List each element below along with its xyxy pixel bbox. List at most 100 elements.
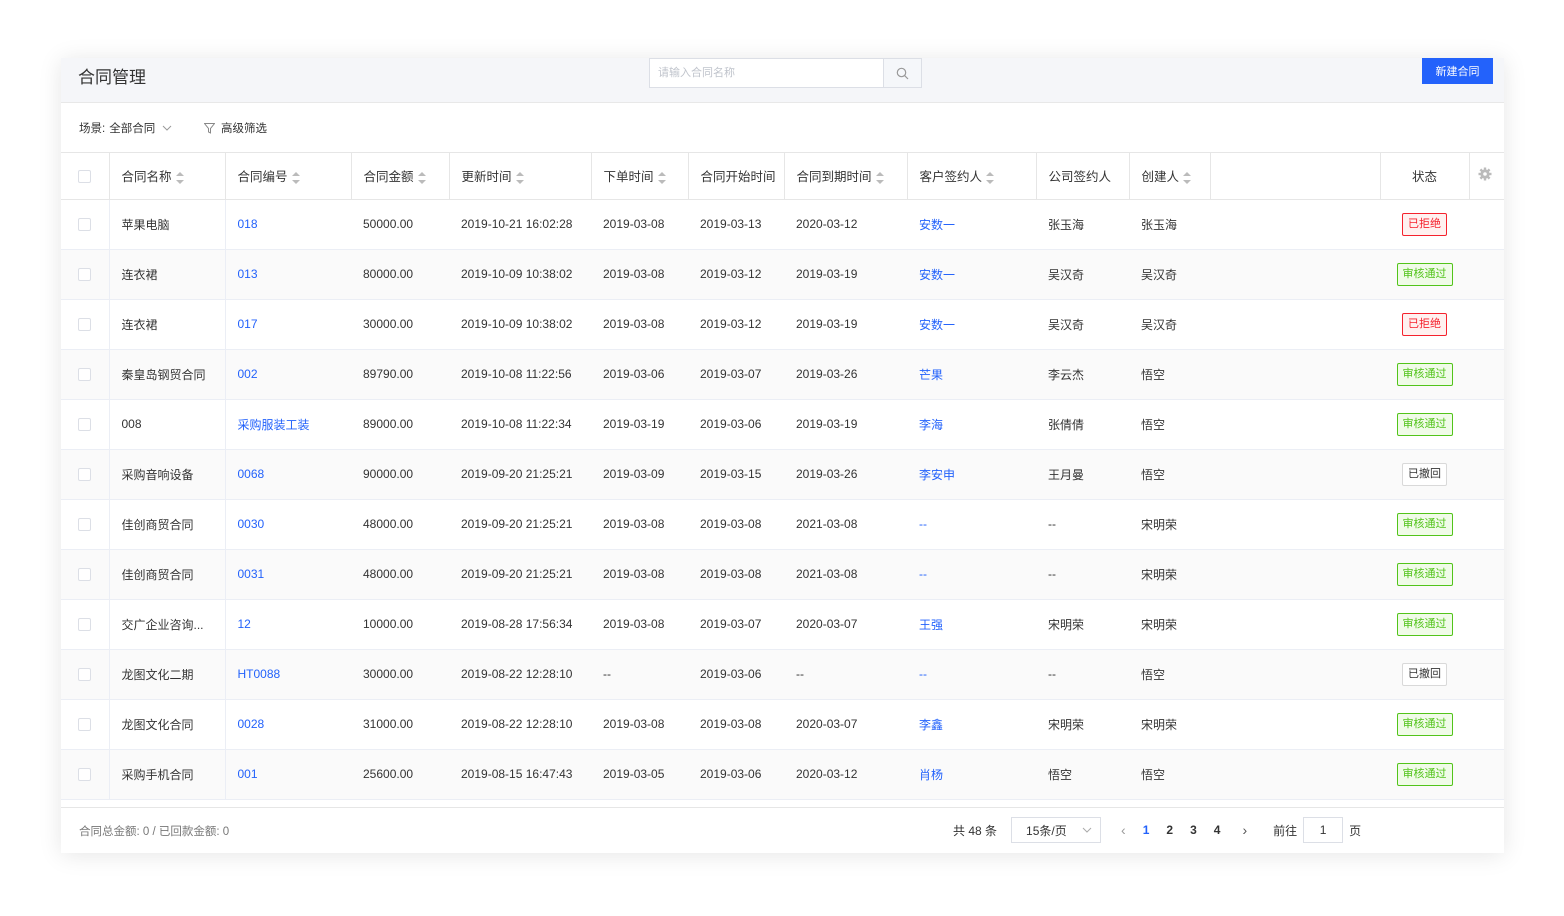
row-checkbox-cell[interactable] — [61, 749, 110, 800]
table-row[interactable]: 008 采购服装工装 89000.00 2019-10-08 11:22:34 2019… — [61, 399, 1504, 450]
table-row[interactable]: 龙图文化二期 HT0088 30000.00 2019-08-22 12:28:10 -… — [61, 649, 1504, 700]
row-checkbox-cell[interactable] — [61, 249, 110, 300]
customer-signer-link[interactable]: 安数一 — [919, 218, 955, 232]
col-contract-number[interactable]: 合同编号 — [225, 153, 352, 200]
col-customer-signer[interactable]: 客户签约人 — [907, 153, 1037, 200]
cell-contract-number[interactable]: 12 — [225, 599, 351, 650]
row-checkbox-cell[interactable] — [61, 349, 110, 400]
col-update-time[interactable]: 更新时间 — [449, 153, 592, 200]
contract-number-link[interactable]: 018 — [238, 217, 258, 231]
row-checkbox[interactable] — [78, 568, 91, 582]
cell-contract-number[interactable]: 0068 — [225, 449, 351, 500]
cell-customer-signer[interactable]: 李安申 — [907, 449, 1036, 500]
settings-cell[interactable] — [1469, 153, 1504, 200]
row-checkbox[interactable] — [78, 318, 91, 332]
goto-page-input[interactable] — [1303, 817, 1344, 843]
page-4-button[interactable]: 4 — [1214, 823, 1221, 837]
customer-signer-link[interactable]: 李海 — [919, 418, 943, 432]
col-contract-name[interactable]: 合同名称 — [109, 153, 226, 200]
row-checkbox[interactable] — [78, 718, 91, 732]
prev-page-button[interactable]: ‹ — [1121, 822, 1126, 838]
col-contract-amount[interactable]: 合同金额 — [351, 153, 450, 200]
row-checkbox-cell[interactable] — [61, 599, 110, 650]
customer-signer-link[interactable]: -- — [919, 517, 927, 531]
table-row[interactable]: 交广企业咨询... 12 10000.00 2019-08-28 17:56:34 20… — [61, 599, 1504, 650]
cell-customer-signer[interactable]: 芒果 — [907, 349, 1036, 400]
page-1-button[interactable]: 1 — [1143, 823, 1150, 837]
advanced-filter-button[interactable]: 高级筛选 — [204, 120, 267, 136]
gear-icon[interactable] — [1478, 167, 1492, 181]
customer-signer-link[interactable]: -- — [919, 667, 927, 681]
customer-signer-link[interactable]: 王强 — [919, 618, 943, 632]
contract-number-link[interactable]: 013 — [238, 267, 258, 281]
contract-number-link[interactable]: 017 — [238, 317, 258, 331]
cell-contract-number[interactable]: 017 — [225, 299, 351, 350]
select-all-checkbox[interactable] — [78, 169, 91, 183]
cell-contract-number[interactable]: 013 — [225, 249, 351, 300]
sort-icon[interactable] — [515, 171, 524, 184]
col-order-date[interactable]: 下单时间 — [591, 153, 689, 200]
table-row[interactable]: 采购手机合同 001 25600.00 2019-08-15 16:47:43 2019… — [61, 749, 1504, 800]
row-checkbox-cell[interactable] — [61, 299, 110, 350]
table-row[interactable]: 秦皇岛钢贸合同 002 89790.00 2019-10-08 11:22:56 201… — [61, 349, 1504, 400]
row-checkbox[interactable] — [78, 768, 91, 782]
table-row[interactable]: 连衣裙 013 80000.00 2019-10-09 10:38:02 2019-03… — [61, 249, 1504, 300]
table-row[interactable]: 龙图文化合同 0028 31000.00 2019-08-22 12:28:10 201… — [61, 699, 1504, 750]
cell-customer-signer[interactable]: -- — [907, 499, 1036, 550]
sort-icon[interactable] — [875, 171, 884, 184]
row-checkbox-cell[interactable] — [61, 449, 110, 500]
table-row[interactable]: 佳创商贸合同 0031 48000.00 2019-09-20 21:25:21 201… — [61, 549, 1504, 600]
row-checkbox[interactable] — [78, 418, 91, 432]
new-contract-button[interactable]: 新建合同 — [1422, 58, 1493, 84]
cell-customer-signer[interactable]: 安数一 — [907, 199, 1036, 250]
customer-signer-link[interactable]: 安数一 — [919, 318, 955, 332]
cell-customer-signer[interactable]: 王强 — [907, 599, 1036, 650]
cell-contract-number[interactable]: 001 — [225, 749, 351, 800]
cell-contract-number[interactable]: 0031 — [225, 549, 351, 600]
sort-icon[interactable] — [1183, 171, 1192, 184]
table-row[interactable]: 佳创商贸合同 0030 48000.00 2019-09-20 21:25:21 201… — [61, 499, 1504, 550]
scene-selector[interactable]: 场景: 全部合同 — [79, 120, 172, 136]
cell-contract-number[interactable]: 002 — [225, 349, 351, 400]
sort-icon[interactable] — [417, 171, 426, 184]
row-checkbox[interactable] — [78, 268, 91, 282]
contract-number-link[interactable]: 12 — [238, 617, 251, 631]
cell-customer-signer[interactable]: 安数一 — [907, 249, 1036, 300]
row-checkbox-cell[interactable] — [61, 499, 110, 550]
row-checkbox-cell[interactable] — [61, 699, 110, 750]
table-row[interactable]: 苹果电脑 018 50000.00 2019-10-21 16:02:28 2019-0… — [61, 199, 1504, 250]
page-size-select[interactable]: 15条/页 — [1011, 817, 1102, 843]
row-checkbox[interactable] — [78, 668, 91, 682]
contract-number-link[interactable]: HT0088 — [238, 667, 281, 681]
contract-number-link[interactable]: 0028 — [238, 717, 265, 731]
row-checkbox-cell[interactable] — [61, 649, 110, 700]
table-row[interactable]: 连衣裙 017 30000.00 2019-10-09 10:38:02 2019-03… — [61, 299, 1504, 350]
customer-signer-link[interactable]: 肖杨 — [919, 768, 943, 782]
contract-number-link[interactable]: 0068 — [238, 467, 265, 481]
contract-number-link[interactable]: 0031 — [238, 567, 265, 581]
cell-contract-number[interactable]: HT0088 — [225, 649, 351, 700]
sort-icon[interactable] — [986, 171, 995, 184]
cell-customer-signer[interactable]: -- — [907, 549, 1036, 600]
col-creator[interactable]: 创建人 — [1129, 153, 1211, 200]
cell-contract-number[interactable]: 0030 — [225, 499, 351, 550]
contract-number-link[interactable]: 0030 — [238, 517, 265, 531]
page-3-button[interactable]: 3 — [1190, 823, 1197, 837]
next-page-button[interactable]: › — [1242, 822, 1247, 838]
cell-contract-number[interactable]: 018 — [225, 199, 351, 250]
customer-signer-link[interactable]: 李鑫 — [919, 718, 943, 732]
table-row[interactable]: 采购音响设备 0068 90000.00 2019-09-20 21:25:21 201… — [61, 449, 1504, 500]
row-checkbox-cell[interactable] — [61, 399, 110, 450]
cell-customer-signer[interactable]: 安数一 — [907, 299, 1036, 350]
contract-number-link[interactable]: 采购服装工装 — [238, 418, 310, 432]
cell-customer-signer[interactable]: 李鑫 — [907, 699, 1036, 750]
customer-signer-link[interactable]: 李安申 — [919, 468, 955, 482]
page-2-button[interactable]: 2 — [1166, 823, 1173, 837]
contract-number-link[interactable]: 002 — [238, 367, 258, 381]
row-checkbox[interactable] — [78, 468, 91, 482]
customer-signer-link[interactable]: -- — [919, 567, 927, 581]
customer-signer-link[interactable]: 芒果 — [919, 368, 943, 382]
sort-icon[interactable] — [175, 171, 184, 184]
search-button[interactable] — [883, 59, 921, 87]
row-checkbox[interactable] — [78, 218, 91, 232]
